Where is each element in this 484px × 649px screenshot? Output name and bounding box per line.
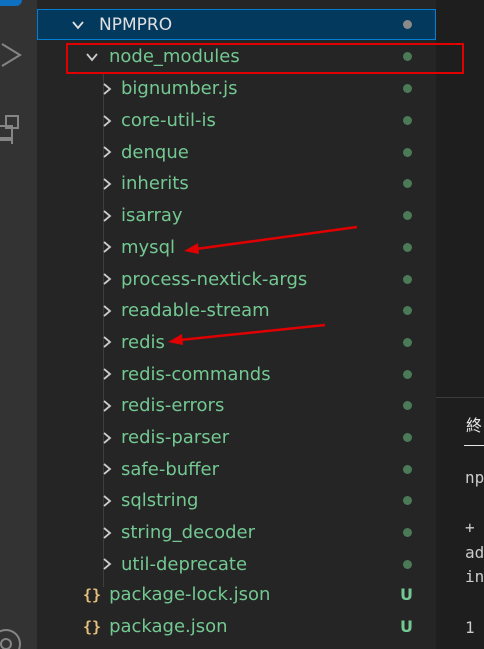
- untracked-dot: [403, 116, 412, 126]
- folder-label: redis-parser: [121, 427, 230, 449]
- run-debug-icon[interactable]: [0, 40, 24, 70]
- vscode-window: NPMPRO node_modules bignumber.js core-uti…: [0, 0, 484, 649]
- folder-label: redis: [121, 331, 165, 353]
- chevron-right-icon: [103, 336, 112, 349]
- untracked-dot: [403, 179, 412, 189]
- tree-item-package[interactable]: redis-parser: [37, 422, 436, 454]
- chevron-right-icon: [103, 114, 112, 127]
- untracked-dot: [403, 496, 412, 506]
- folder-label: inherits: [121, 173, 189, 195]
- tree-item-package-lock-json[interactable]: {} package-lock.json U: [37, 579, 436, 611]
- chevron-right-icon: [103, 400, 112, 412]
- tree-item-package[interactable]: safe-buffer: [37, 453, 436, 485]
- chevron-right-icon: [103, 431, 112, 444]
- activity-bar: [0, 0, 37, 649]
- untracked-dot: [403, 528, 412, 538]
- folder-label: denque: [121, 141, 189, 163]
- chevron-right-icon: [103, 241, 112, 254]
- folder-label: readable-stream: [121, 300, 270, 322]
- file-label: package-lock.json: [109, 584, 271, 606]
- folder-label: mysql: [121, 236, 175, 258]
- untracked-dot: [403, 306, 412, 316]
- tree-item-package[interactable]: readable-stream: [37, 295, 436, 327]
- tree-item-package[interactable]: redis-commands: [37, 358, 436, 390]
- folder-label: core-util-is: [121, 110, 216, 132]
- root-folder-label: NPMPRO: [99, 14, 173, 35]
- chevron-right-icon: [103, 558, 112, 571]
- folder-label: bignumber.js: [121, 78, 238, 100]
- folder-label: redis-commands: [121, 363, 271, 385]
- terminal-line: ad: [465, 543, 484, 562]
- untracked-dot: [403, 274, 412, 284]
- terminal-tab[interactable]: 終: [466, 412, 482, 436]
- untracked-dot: [403, 559, 412, 569]
- untracked-dot: [403, 337, 412, 347]
- folder-label: sqlstring: [121, 490, 199, 512]
- untracked-dot: [403, 211, 412, 221]
- chevron-right-icon: [103, 146, 112, 158]
- untracked-dot: [403, 84, 412, 94]
- chevron-right-icon: [103, 83, 112, 95]
- untracked-dot: [403, 464, 412, 474]
- tree-item-package[interactable]: mysql: [37, 232, 436, 264]
- terminal-line: +: [465, 518, 475, 537]
- untracked-dot: [403, 147, 412, 157]
- untracked-dot: [403, 401, 412, 411]
- file-label: package.json: [109, 616, 228, 638]
- notification-badge: [0, 0, 22, 6]
- tree-root-npmpro[interactable]: NPMPRO: [37, 9, 436, 40]
- chevron-down-icon: [72, 20, 84, 29]
- tree-item-package[interactable]: string_decoder: [37, 517, 436, 549]
- chevron-right-icon: [103, 368, 112, 380]
- extensions-icon[interactable]: [0, 114, 24, 144]
- tree-item-package[interactable]: core-util-is: [37, 105, 436, 137]
- folder-label: util-deprecate: [121, 553, 248, 575]
- account-icon[interactable]: [0, 622, 24, 649]
- chevron-right-icon: [103, 495, 112, 507]
- explorer-panel: NPMPRO node_modules bignumber.js core-uti…: [37, 0, 436, 649]
- chevron-right-icon: [103, 305, 112, 317]
- tree-item-package[interactable]: redis-errors: [37, 390, 436, 422]
- untracked-status-badge: U: [400, 617, 413, 637]
- tree-item-package-json[interactable]: {} package.json U: [37, 611, 436, 643]
- annotation-highlight-box: [66, 43, 464, 74]
- tree-item-package[interactable]: isarray: [37, 200, 436, 232]
- chevron-right-icon: [103, 273, 112, 285]
- folder-label: isarray: [121, 205, 183, 227]
- untracked-dot: [403, 242, 412, 252]
- tree-item-package[interactable]: util-deprecate: [37, 549, 436, 581]
- terminal-line: 1: [465, 618, 475, 637]
- chevron-right-icon: [103, 463, 112, 475]
- active-tab-underline: [464, 445, 484, 446]
- tree-item-package[interactable]: inherits: [37, 168, 436, 200]
- folder-label: string_decoder: [121, 522, 255, 544]
- folder-label: safe-buffer: [121, 458, 220, 480]
- untracked-status-badge: U: [400, 585, 413, 605]
- json-file-icon: {}: [83, 585, 102, 604]
- tree-item-package[interactable]: process-nextick-args: [37, 263, 436, 295]
- untracked-dot: [403, 369, 412, 379]
- untracked-dot: [403, 433, 412, 443]
- tree-item-package[interactable]: redis: [37, 327, 436, 359]
- tree-item-package[interactable]: sqlstring: [37, 485, 436, 517]
- folder-label: process-nextick-args: [121, 268, 308, 290]
- chevron-right-icon: [103, 178, 112, 190]
- modified-dot: [403, 20, 412, 29]
- terminal-panel: 終 np + ad in 1: [436, 397, 484, 649]
- tree-item-package[interactable]: bignumber.js: [37, 73, 436, 105]
- terminal-line: in: [465, 567, 484, 586]
- terminal-line: np: [465, 468, 484, 487]
- tree-item-package[interactable]: denque: [37, 136, 436, 168]
- chevron-right-icon: [103, 209, 112, 222]
- json-file-icon: {}: [83, 617, 102, 636]
- folder-label: redis-errors: [121, 395, 225, 417]
- chevron-right-icon: [103, 526, 112, 539]
